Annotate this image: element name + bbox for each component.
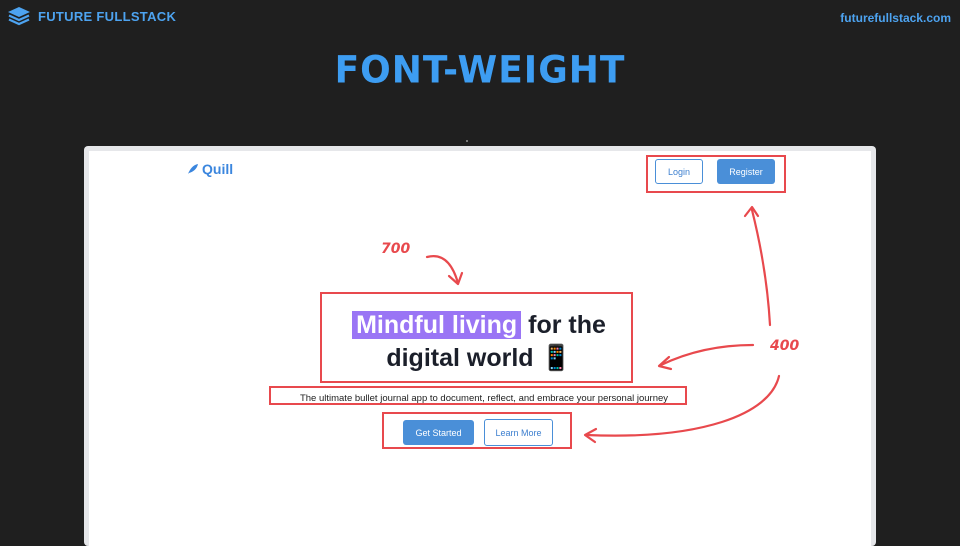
- arrow-to-cta: [584, 374, 781, 437]
- arrow-to-headline-400: [659, 343, 755, 367]
- arrow-to-nav: [750, 208, 772, 327]
- annotation-arrows: [425, 205, 781, 444]
